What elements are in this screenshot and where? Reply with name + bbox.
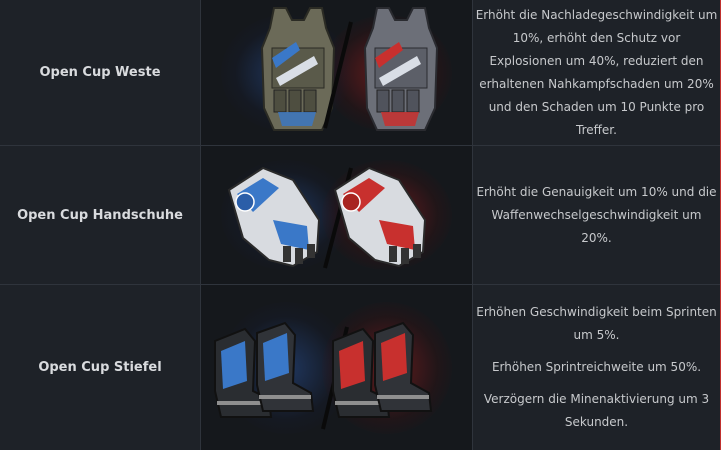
item-description: Erhöht die Genauigkeit um 10% und die Wa… [473, 146, 720, 284]
table-row-vest: Open Cup Weste Erhöht die Nachladegeschw… [0, 0, 720, 146]
table-row-boots: Open Cup Stiefel Erhöhen Geschwindigkeit… [0, 285, 720, 450]
description-text: Erhöhen Sprintreichweite um 50%. [491, 360, 702, 374]
description-text: Verzögern die Minenaktivierung um 3 Seku… [483, 392, 710, 429]
item-name: Open Cup Stiefel [0, 285, 201, 450]
vest-icon [260, 7, 439, 131]
item-description: Erhöhen Geschwindigkeit beim Sprinten um… [473, 285, 720, 450]
table-row-gloves: Open Cup Handschuhe Erhöht die Genauigke… [0, 146, 720, 285]
item-image-vest [201, 0, 473, 145]
item-description: Erhöht die Nachladegeschwindigkeit um 10… [473, 0, 720, 145]
gloves-icon [227, 166, 427, 269]
boots-icon [214, 321, 433, 430]
description-text: Erhöhen Geschwindigkeit beim Sprinten um… [476, 305, 717, 342]
item-image-gloves [201, 146, 473, 284]
equipment-table: Open Cup Weste Erhöht die Nachladegeschw… [0, 0, 721, 450]
item-name: Open Cup Weste [0, 0, 201, 145]
item-image-boots [201, 285, 473, 450]
description-text: Erhöht die Nachladegeschwindigkeit um 10… [475, 7, 718, 137]
description-text: Erhöht die Genauigkeit um 10% und die Wa… [476, 184, 717, 245]
item-name: Open Cup Handschuhe [0, 146, 201, 284]
